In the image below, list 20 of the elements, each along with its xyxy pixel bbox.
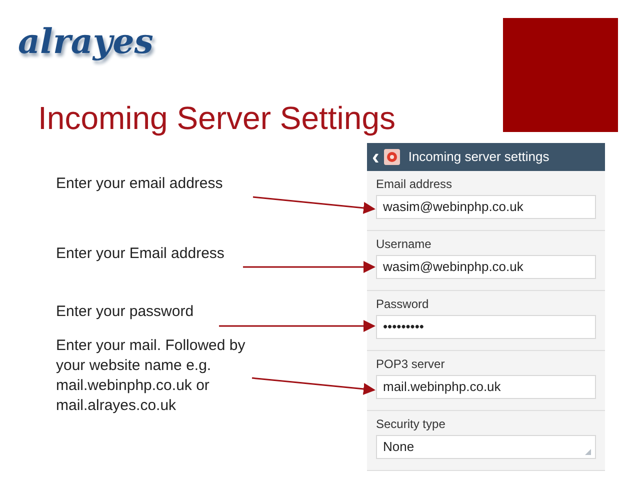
back-button[interactable]: ‹ xyxy=(372,146,380,168)
field-label: Password xyxy=(376,297,430,312)
input-field[interactable]: mail.webinphp.co.uk xyxy=(376,375,596,399)
field-label: Security type xyxy=(376,417,446,432)
slide-title: Incoming Server Settings xyxy=(38,99,396,138)
instruction-text: Enter your Email address xyxy=(56,244,226,264)
instruction-text: Enter your email address xyxy=(56,174,224,194)
instruction-text: Enter your mail. Followed by your website name e.g. mail.webinphp.co.uk or mail.alrayes.co.uk xyxy=(56,336,246,416)
field-label: Email address xyxy=(376,177,454,192)
logo: alrayes xyxy=(18,22,154,62)
password-field[interactable]: ••••••••• xyxy=(376,315,596,339)
app-icon xyxy=(384,149,400,165)
field-label: Username xyxy=(376,237,432,252)
dropdown[interactable]: None xyxy=(376,435,596,459)
field-label: POP3 server xyxy=(376,357,446,372)
dropdown-corner-icon xyxy=(585,449,591,455)
input-field[interactable]: wasim@webinphp.co.uk xyxy=(376,195,596,219)
header-title: Incoming server settings xyxy=(408,148,550,166)
input-field[interactable]: wasim@webinphp.co.uk xyxy=(376,255,596,279)
instruction-text: Enter your password xyxy=(56,302,195,322)
